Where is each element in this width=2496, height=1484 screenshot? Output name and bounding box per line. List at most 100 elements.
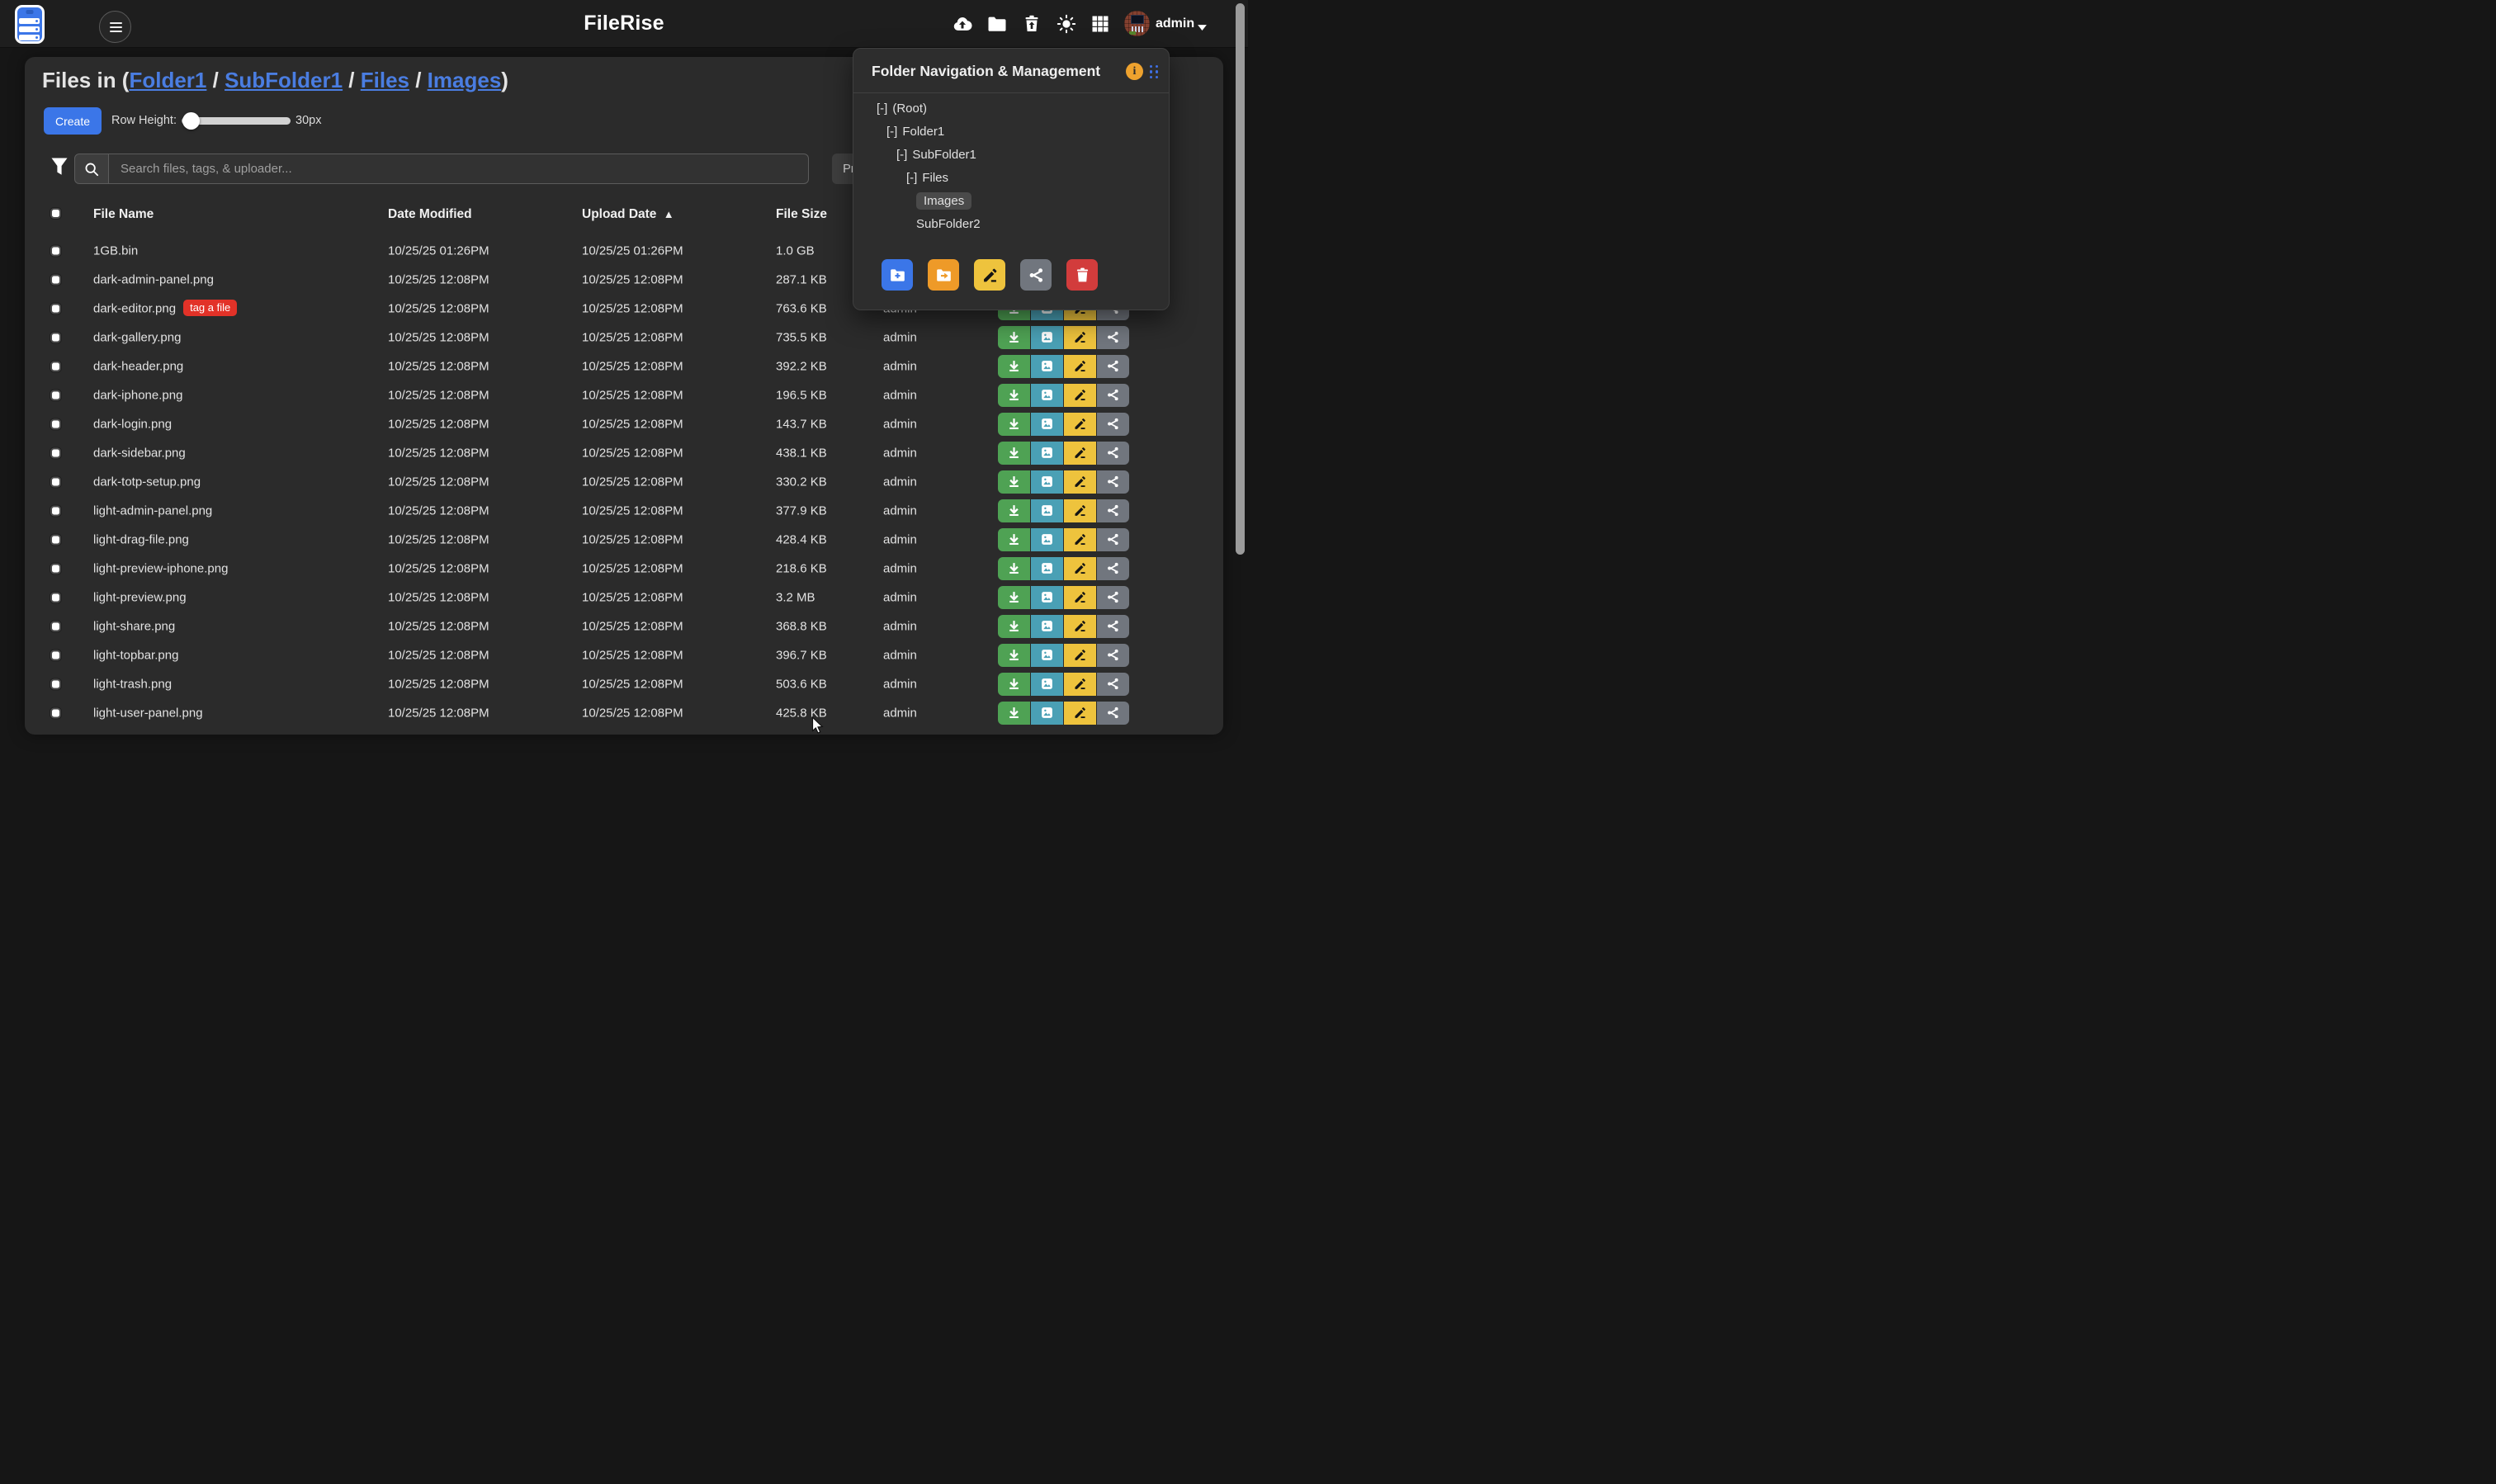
folder-tree-item[interactable]: [-](Root) <box>853 97 1169 120</box>
preview-image-button[interactable] <box>1031 586 1063 609</box>
download-button[interactable] <box>998 499 1030 522</box>
tree-label[interactable]: (Root) <box>892 102 927 116</box>
file-name-cell[interactable]: light-preview-iphone.png <box>93 561 228 575</box>
preview-image-button[interactable] <box>1031 470 1063 494</box>
create-folder-button[interactable] <box>882 259 913 291</box>
file-name-cell[interactable]: dark-iphone.png <box>93 388 182 402</box>
grid-view-icon[interactable] <box>1090 14 1110 34</box>
tree-toggle[interactable]: [-] <box>886 125 897 139</box>
file-name-cell[interactable]: light-admin-panel.png <box>93 503 212 518</box>
download-button[interactable] <box>998 528 1030 551</box>
edit-button[interactable] <box>1064 673 1096 696</box>
folder-tree-item[interactable]: [-]Files <box>853 166 1169 189</box>
share-button[interactable] <box>1097 644 1129 667</box>
theme-brightness-icon[interactable] <box>1057 14 1076 34</box>
edit-button[interactable] <box>1064 470 1096 494</box>
preview-image-button[interactable] <box>1031 384 1063 407</box>
preview-image-button[interactable] <box>1031 499 1063 522</box>
preview-image-button[interactable] <box>1031 442 1063 465</box>
edit-button[interactable] <box>1064 557 1096 580</box>
tree-label[interactable]: Folder1 <box>902 125 944 139</box>
user-menu-caret-icon[interactable] <box>1197 21 1208 28</box>
row-checkbox[interactable] <box>50 361 61 371</box>
row-checkbox[interactable] <box>50 592 61 603</box>
breadcrumb-link[interactable]: Folder1 <box>129 68 206 92</box>
hamburger-menu-button[interactable] <box>99 11 131 43</box>
filter-funnel-icon[interactable] <box>50 157 69 178</box>
folder-tree-item[interactable]: [-]SubFolder1 <box>853 143 1169 166</box>
download-button[interactable] <box>998 702 1030 725</box>
drag-handle-icon[interactable] <box>1150 65 1159 78</box>
edit-button[interactable] <box>1064 499 1096 522</box>
preview-image-button[interactable] <box>1031 557 1063 580</box>
file-name-cell[interactable]: dark-editor.pngtag a file <box>93 300 237 317</box>
breadcrumb-link[interactable]: SubFolder1 <box>225 68 343 92</box>
user-avatar[interactable] <box>1124 11 1150 36</box>
edit-button[interactable] <box>1064 413 1096 436</box>
row-checkbox[interactable] <box>50 505 61 516</box>
row-checkbox[interactable] <box>50 332 61 343</box>
username-label[interactable]: admin <box>1156 17 1194 31</box>
file-name-cell[interactable]: 1GB.bin <box>93 243 138 258</box>
tree-toggle[interactable]: [-] <box>896 148 907 162</box>
trash-restore-icon[interactable] <box>1022 14 1042 34</box>
row-checkbox[interactable] <box>50 534 61 545</box>
info-icon[interactable]: i <box>1126 63 1143 80</box>
breadcrumb-link[interactable]: Images <box>428 68 502 92</box>
file-name-cell[interactable]: dark-totp-setup.png <box>93 475 201 489</box>
file-name-cell[interactable]: dark-sidebar.png <box>93 446 186 460</box>
tree-label[interactable]: Images <box>916 192 971 210</box>
download-button[interactable] <box>998 644 1030 667</box>
rename-folder-button[interactable] <box>974 259 1005 291</box>
preview-image-button[interactable] <box>1031 673 1063 696</box>
folder-tree-item[interactable]: Images <box>853 189 1169 212</box>
folder-icon[interactable] <box>987 14 1007 34</box>
row-checkbox[interactable] <box>50 303 61 314</box>
file-name-cell[interactable]: light-trash.png <box>93 677 172 691</box>
preview-image-button[interactable] <box>1031 615 1063 638</box>
share-button[interactable] <box>1097 355 1129 378</box>
row-checkbox[interactable] <box>50 274 61 285</box>
col-date-modified[interactable]: Date Modified <box>388 207 472 222</box>
folder-tree-item[interactable]: [-] Folder1 <box>853 120 1169 143</box>
upload-cloud-icon[interactable] <box>953 14 972 34</box>
share-button[interactable] <box>1097 499 1129 522</box>
download-button[interactable] <box>998 384 1030 407</box>
download-button[interactable] <box>998 413 1030 436</box>
edit-button[interactable] <box>1064 528 1096 551</box>
share-button[interactable] <box>1097 615 1129 638</box>
edit-button[interactable] <box>1064 615 1096 638</box>
search-icon[interactable] <box>74 154 109 184</box>
share-folder-button[interactable] <box>1020 259 1052 291</box>
search-input[interactable] <box>109 154 809 184</box>
edit-button[interactable] <box>1064 384 1096 407</box>
create-button[interactable]: Create <box>44 107 102 135</box>
tag-badge[interactable]: tag a file <box>183 300 237 316</box>
file-name-cell[interactable]: dark-admin-panel.png <box>93 272 214 286</box>
file-name-cell[interactable]: dark-gallery.png <box>93 330 181 344</box>
file-name-cell[interactable]: light-topbar.png <box>93 648 178 662</box>
share-button[interactable] <box>1097 326 1129 349</box>
file-name-cell[interactable]: light-user-panel.png <box>93 706 203 720</box>
scrollbar-thumb[interactable] <box>1236 3 1245 555</box>
share-button[interactable] <box>1097 673 1129 696</box>
col-file-size[interactable]: File Size <box>776 207 827 222</box>
file-name-cell[interactable]: dark-login.png <box>93 417 172 431</box>
row-checkbox[interactable] <box>50 650 61 660</box>
folder-tree-item[interactable]: SubFolder2 <box>853 212 1169 235</box>
row-checkbox[interactable] <box>50 476 61 487</box>
preview-image-button[interactable] <box>1031 528 1063 551</box>
row-checkbox[interactable] <box>50 707 61 718</box>
file-name-cell[interactable]: dark-header.png <box>93 359 183 373</box>
row-checkbox[interactable] <box>50 418 61 429</box>
edit-button[interactable] <box>1064 644 1096 667</box>
share-button[interactable] <box>1097 528 1129 551</box>
download-button[interactable] <box>998 355 1030 378</box>
share-button[interactable] <box>1097 442 1129 465</box>
breadcrumb-link[interactable]: Files <box>361 68 409 92</box>
select-all-checkbox[interactable] <box>50 208 61 219</box>
preview-image-button[interactable] <box>1031 413 1063 436</box>
edit-button[interactable] <box>1064 702 1096 725</box>
download-button[interactable] <box>998 586 1030 609</box>
share-button[interactable] <box>1097 557 1129 580</box>
